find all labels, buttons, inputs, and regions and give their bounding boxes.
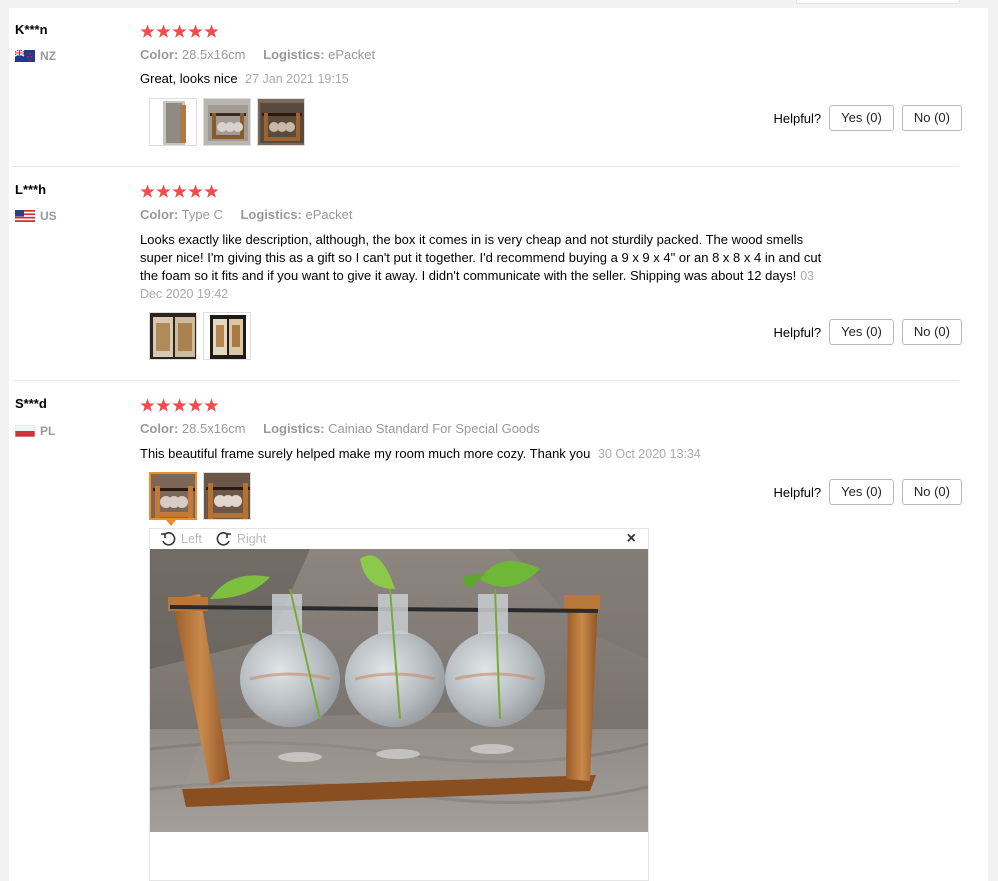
- star-icon: [188, 24, 203, 38]
- star-icon: [172, 24, 187, 38]
- photo-viewer: Left Right ×: [149, 528, 649, 881]
- star-icon: [188, 184, 203, 198]
- star-icon: [156, 24, 171, 38]
- review-body: Great, looks nice: [140, 71, 238, 86]
- review-photo-thumbnail[interactable]: [203, 472, 251, 520]
- rotate-left-label: Left: [181, 532, 202, 546]
- reviewer-country: US: [15, 209, 57, 223]
- star-icon: [156, 184, 171, 198]
- star-icon: [172, 398, 187, 412]
- helpful-label: Helpful?: [773, 324, 822, 340]
- selected-thumbnail-caret: [166, 520, 176, 526]
- helpful-no-button[interactable]: No (0): [901, 319, 962, 345]
- review-thumbnails: [149, 312, 251, 360]
- star-icon: [140, 184, 155, 198]
- review-date: 27 Jan 2021 19:15: [245, 72, 349, 86]
- close-icon[interactable]: ×: [627, 530, 636, 548]
- review-divider: [13, 166, 959, 167]
- review-body-line: super nice! I'm giving this as a gift so…: [140, 250, 822, 265]
- color-value: Type C: [181, 207, 223, 222]
- logistics-value: ePacket: [328, 47, 376, 62]
- review-photo-thumbnail-selected[interactable]: [149, 472, 197, 520]
- rotate-left-button[interactable]: Left: [160, 531, 202, 547]
- reviewer-name: L***h: [15, 182, 47, 197]
- helpful-yes-button[interactable]: Yes (0): [829, 479, 894, 505]
- color-value: 28.5x16cm: [181, 421, 246, 436]
- color-value: 28.5x16cm: [181, 47, 246, 62]
- review-meta: Color: Type C Logistics: ePacket: [140, 207, 353, 222]
- star-icon: [204, 398, 219, 412]
- reviewer-name: S***d: [15, 396, 47, 411]
- review-text: Great, looks nice 27 Jan 2021 19:15: [140, 70, 349, 88]
- star-icon: [204, 24, 219, 38]
- logistics-value: Cainiao Standard For Special Goods: [328, 421, 540, 436]
- review-divider: [13, 380, 959, 381]
- review-meta: Color: 28.5x16cm Logistics: ePacket: [140, 47, 375, 62]
- reviewer-country: PL: [15, 424, 55, 438]
- review-body-line: the foam so it fits and if you want to g…: [140, 268, 815, 283]
- country-code: NZ: [40, 49, 56, 63]
- star-icon: [172, 184, 187, 198]
- flag-pl-icon: [15, 425, 35, 437]
- review-photo-thumbnail[interactable]: [203, 312, 251, 360]
- star-icon: [156, 398, 171, 412]
- review-photo-thumbnail[interactable]: [257, 98, 305, 146]
- logistics-label: Logistics:: [263, 421, 325, 436]
- helpful-controls: Helpful? Yes (0) No (0): [773, 479, 962, 505]
- viewer-toolbar: Left Right ×: [150, 529, 648, 549]
- review-date: 30 Oct 2020 13:34: [598, 447, 701, 461]
- review-photo-thumbnail[interactable]: [149, 312, 197, 360]
- review-body-line: Looks exactly like description, although…: [140, 232, 804, 247]
- star-rating: [140, 184, 219, 199]
- flag-us-icon: [15, 210, 35, 222]
- helpful-yes-button[interactable]: Yes (0): [829, 105, 894, 131]
- logistics-value: ePacket: [305, 207, 353, 222]
- helpful-no-button[interactable]: No (0): [901, 479, 962, 505]
- reviewer-name: K***n: [15, 22, 48, 37]
- helpful-controls: Helpful? Yes (0) No (0): [773, 105, 962, 131]
- review-date: 03: [800, 269, 815, 283]
- review-photo-thumbnail[interactable]: [203, 98, 251, 146]
- star-rating: [140, 24, 219, 39]
- helpful-label: Helpful?: [773, 110, 822, 126]
- helpful-label: Helpful?: [773, 484, 822, 500]
- star-rating: [140, 398, 219, 413]
- reviewer-country: NZ: [15, 49, 56, 63]
- helpful-no-button[interactable]: No (0): [901, 105, 962, 131]
- review-thumbnails: [149, 472, 251, 520]
- review-thumbnails: [149, 98, 305, 146]
- top-control-edge: [796, 0, 960, 4]
- color-label: Color:: [140, 207, 179, 222]
- star-icon: [140, 398, 155, 412]
- rotate-right-label: Right: [237, 532, 267, 546]
- review-text: This beautiful frame surely helped make …: [140, 445, 701, 463]
- rotate-left-icon: [161, 532, 176, 546]
- rotate-right-icon: [216, 532, 231, 546]
- enlarged-review-photo: [150, 549, 648, 832]
- review-body: This beautiful frame surely helped make …: [140, 446, 591, 461]
- color-label: Color:: [140, 47, 179, 62]
- logistics-label: Logistics:: [240, 207, 302, 222]
- star-icon: [140, 24, 155, 38]
- star-icon: [188, 398, 203, 412]
- logistics-label: Logistics:: [263, 47, 325, 62]
- helpful-controls: Helpful? Yes (0) No (0): [773, 319, 962, 345]
- review-photo-thumbnail[interactable]: [149, 98, 197, 146]
- star-icon: [204, 184, 219, 198]
- helpful-yes-button[interactable]: Yes (0): [829, 319, 894, 345]
- country-code: US: [40, 209, 57, 223]
- review-meta: Color: 28.5x16cm Logistics: Cainiao Stan…: [140, 421, 540, 436]
- review-date: Dec 2020 19:42: [140, 287, 229, 301]
- country-code: PL: [40, 424, 56, 438]
- color-label: Color:: [140, 421, 179, 436]
- rotate-right-button[interactable]: Right: [216, 531, 266, 547]
- review-text: Looks exactly like description, although…: [140, 231, 860, 303]
- flag-nz-icon: [15, 50, 35, 62]
